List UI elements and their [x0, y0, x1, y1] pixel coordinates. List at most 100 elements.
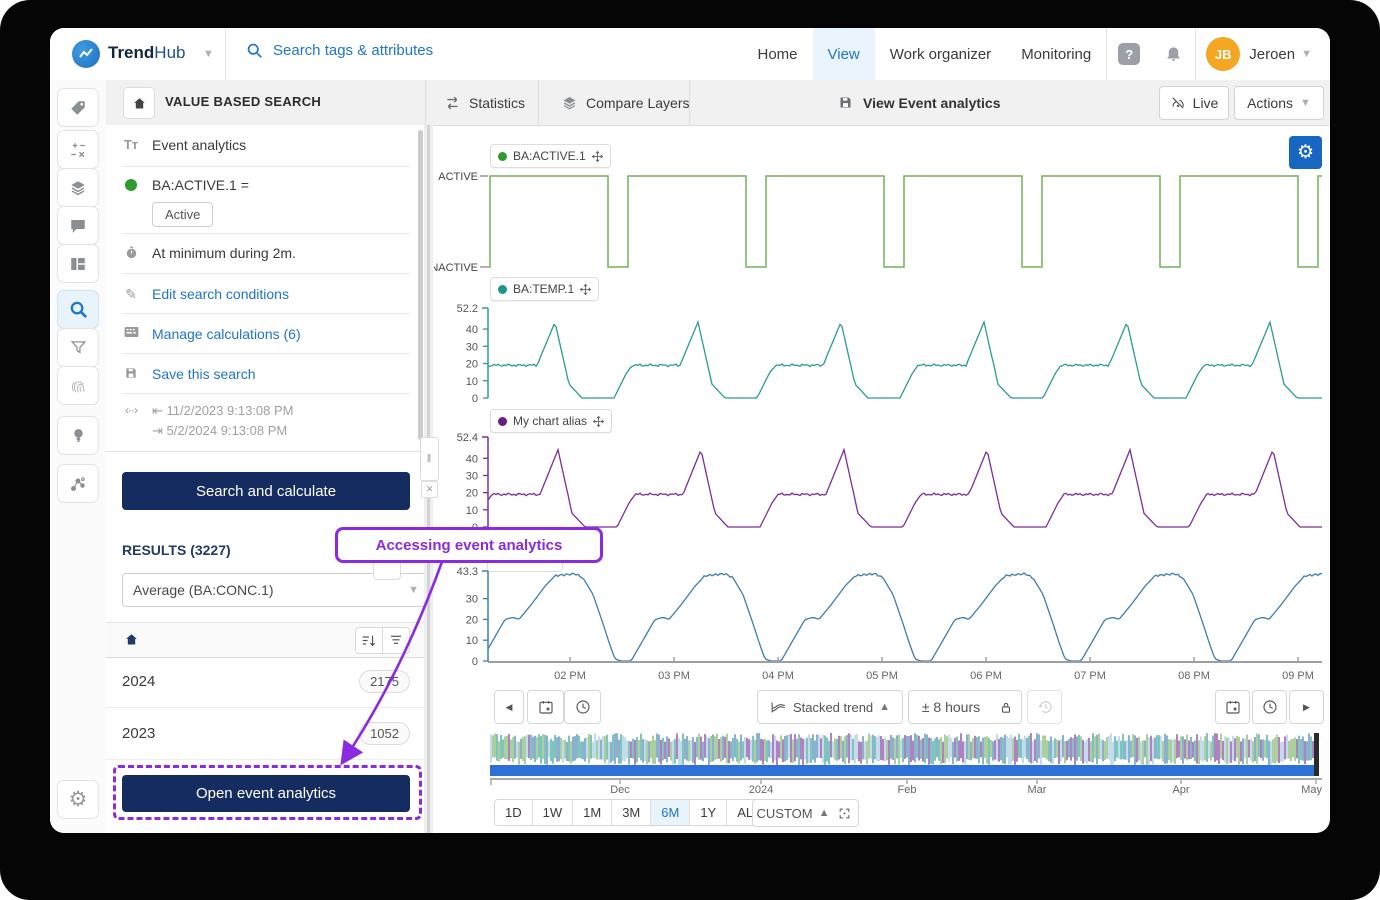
- actions-button[interactable]: Actions ▼: [1234, 86, 1324, 120]
- range-button-group: 1D 1W 1M 3M 6M 1Y ALL: [494, 799, 771, 826]
- svg-text:52.4: 52.4: [457, 432, 478, 444]
- range-button[interactable]: 3M: [612, 800, 651, 825]
- settings-button[interactable]: ⚙: [57, 780, 99, 819]
- compare-layers-label: Compare Layers: [586, 95, 690, 111]
- sidebar-recommendations-button[interactable]: [57, 416, 99, 455]
- trend-mode-dropdown[interactable]: Stacked trend ▲: [757, 690, 903, 724]
- svg-text:40: 40: [466, 453, 478, 465]
- time-range-row[interactable]: ‹··› ⇤ 11/2/2023 9:13:08 PM ⇥ 5/2/2024 9…: [122, 403, 293, 439]
- history-button[interactable]: [1027, 690, 1062, 724]
- range-button[interactable]: 1D: [495, 800, 533, 825]
- condition-tag: BA:ACTIVE.1 =: [152, 177, 249, 193]
- dashboard-icon: [69, 255, 87, 273]
- open-event-analytics-button[interactable]: Open event analytics: [122, 775, 410, 812]
- divider: [1106, 28, 1107, 80]
- edit-conditions-link[interactable]: ✎ Edit search conditions: [122, 286, 289, 303]
- sidebar-filter-button[interactable]: [57, 328, 99, 367]
- live-button[interactable]: Live: [1159, 86, 1229, 120]
- svg-text:30: 30: [466, 341, 478, 353]
- custom-range-button[interactable]: CUSTOM ▲: [752, 799, 834, 827]
- statistics-tab[interactable]: Statistics: [426, 80, 543, 125]
- range-button[interactable]: 1M: [573, 800, 612, 825]
- brand-light: Hub: [154, 43, 185, 62]
- sidebar-dashboard-button[interactable]: [57, 244, 99, 283]
- notifications-button[interactable]: [1151, 28, 1195, 80]
- expand-range-button[interactable]: [831, 799, 859, 827]
- result-count-badge: 2175: [359, 670, 410, 693]
- sidebar-comments-button[interactable]: [57, 206, 99, 245]
- overview-timeline[interactable]: Dec2024FebMarAprMay: [490, 733, 1322, 797]
- panel-home-button[interactable]: [123, 87, 155, 119]
- search-name: Event analytics: [152, 137, 246, 153]
- svg-text:09 PM: 09 PM: [1282, 670, 1314, 682]
- clock-left-button[interactable]: [564, 690, 601, 724]
- trendhub-logo-icon[interactable]: [72, 40, 100, 68]
- user-caret-icon: ▼: [1301, 48, 1312, 60]
- nav-monitoring[interactable]: Monitoring: [1006, 28, 1106, 80]
- clock-right-button[interactable]: [1252, 690, 1287, 724]
- svg-text:10: 10: [466, 505, 478, 517]
- trend-charts[interactable]: ACTIVEINACTIVE52.240302010052.4403020100…: [434, 130, 1330, 690]
- sidebar-tags-button[interactable]: [57, 88, 99, 127]
- stopwatch-icon: [122, 245, 140, 260]
- sort-duration-button[interactable]: [383, 627, 410, 654]
- home-icon[interactable]: [124, 632, 139, 647]
- dropdown-caret-icon: ▼: [408, 584, 419, 596]
- nav-view[interactable]: View: [813, 28, 875, 80]
- svg-text:02 PM: 02 PM: [554, 670, 586, 682]
- pan-right-button[interactable]: ▶: [1289, 690, 1324, 724]
- live-label: Live: [1193, 95, 1219, 111]
- compare-layers-tab[interactable]: Compare Layers: [543, 80, 708, 125]
- svg-text:03 PM: 03 PM: [658, 670, 690, 682]
- lock-window-button[interactable]: [991, 690, 1022, 724]
- calculator-icon: [122, 326, 140, 338]
- brand-name[interactable]: TrendHub: [108, 43, 185, 63]
- pan-left-button[interactable]: ◀: [494, 690, 524, 724]
- svg-text:Apr: Apr: [1172, 784, 1189, 796]
- sidebar-context-button[interactable]: [57, 464, 99, 503]
- condition-row[interactable]: BA:ACTIVE.1 = Active: [122, 177, 249, 227]
- expand-icon: [838, 807, 851, 820]
- calendar-left-button[interactable]: [527, 690, 564, 724]
- global-search[interactable]: Search tags & attributes: [246, 42, 433, 59]
- user-menu[interactable]: JB Jeroen ▼: [1196, 37, 1322, 71]
- sort-count-button[interactable]: [355, 627, 383, 654]
- tag-status-dot: [122, 177, 140, 191]
- save-search-link[interactable]: Save this search: [122, 366, 256, 382]
- calendar-icon: [1225, 699, 1241, 715]
- svg-text:08 PM: 08 PM: [1178, 670, 1210, 682]
- view-title-label: View Event analytics: [863, 95, 1000, 111]
- result-row-2023[interactable]: 2023 1052: [106, 708, 424, 760]
- help-button[interactable]: ?: [1107, 28, 1151, 80]
- svg-text:30: 30: [466, 594, 478, 606]
- panel-scrollbar[interactable]: [418, 130, 423, 440]
- duration-row[interactable]: At minimum during 2m.: [122, 245, 296, 261]
- manage-calculations-link[interactable]: Manage calculations (6): [122, 326, 301, 342]
- sidebar-layers-button[interactable]: [57, 168, 99, 207]
- time-window-button[interactable]: ± 8 hours: [908, 690, 994, 724]
- layers-icon: [561, 95, 578, 111]
- nav-home[interactable]: Home: [742, 28, 812, 80]
- brand-caret-icon[interactable]: ▼: [203, 48, 214, 60]
- range-end-icon: ⇥: [152, 423, 167, 438]
- calendar-right-button[interactable]: [1215, 690, 1250, 724]
- pencil-icon: ✎: [122, 286, 140, 303]
- icon-sidebar: ⚙: [50, 80, 107, 833]
- search-icon: [246, 42, 263, 59]
- nav-work-organizer[interactable]: Work organizer: [875, 28, 1006, 80]
- sidebar-search-button[interactable]: [57, 290, 99, 329]
- range-start-icon: ⇤: [152, 403, 167, 418]
- condition-value-chip[interactable]: Active: [152, 202, 213, 227]
- range-end: 5/2/2024 9:13:08 PM: [167, 423, 288, 438]
- range-button[interactable]: 1W: [533, 800, 574, 825]
- lock-icon: [999, 700, 1013, 715]
- result-row-2024[interactable]: 2024 2175: [106, 656, 424, 708]
- search-and-calculate-button[interactable]: Search and calculate: [122, 472, 410, 510]
- svg-text:20: 20: [466, 359, 478, 371]
- range-button[interactable]: 1Y: [690, 800, 727, 825]
- range-button[interactable]: 6M: [651, 800, 690, 825]
- sidebar-formulas-button[interactable]: [57, 130, 99, 169]
- text-icon: Tт: [122, 137, 140, 152]
- sidebar-fingerprint-button[interactable]: [57, 366, 99, 405]
- search-name-row[interactable]: Tт Event analytics: [122, 137, 246, 153]
